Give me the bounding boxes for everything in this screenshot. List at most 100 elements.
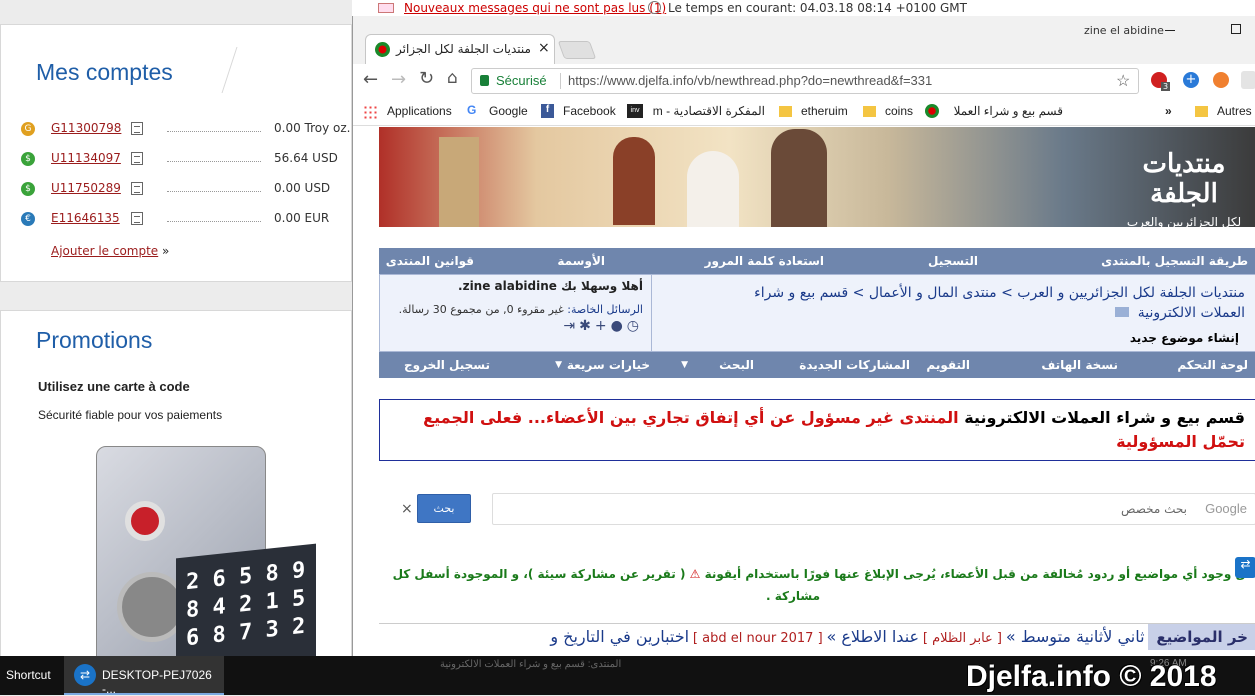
ticker-user[interactable]: [ عابر الظلام ] (923, 631, 1002, 646)
bookmark-facebook[interactable]: Facebook (563, 104, 616, 118)
back-icon[interactable]: ← (363, 69, 378, 90)
nav-medals[interactable]: الأوسمة (557, 254, 605, 268)
unread-link[interactable]: Nouveaux messages qui ne sont pas lus (1… (404, 1, 666, 15)
ticker-topic[interactable]: عندا الاطلاع » (827, 627, 920, 646)
new-tab-button[interactable] (557, 41, 597, 59)
bookmark-coins[interactable]: coins (885, 104, 913, 118)
add-account-suffix: » (162, 244, 170, 258)
safe-dial-icon (125, 501, 165, 541)
add-user-icon[interactable]: + (595, 318, 611, 334)
side-arrow-icon[interactable]: ⇄ (1235, 557, 1255, 578)
settings-icon[interactable]: ✱ (579, 318, 595, 334)
page-content: منتديات الجلفة لكل الجزائريين والعرب طري… (353, 127, 1255, 656)
taskbar-shortcut[interactable]: Shortcut (6, 668, 51, 682)
info-box: منتديات الجلفة لكل الجزائريين و العرب > … (379, 274, 1255, 352)
warning-icon: ⚠ (689, 567, 701, 581)
pm-label[interactable]: الرسائل الخاصة: (567, 303, 643, 316)
folder-icon (863, 106, 876, 117)
chevron-down-icon: ▼ (555, 360, 562, 370)
promotions-title: Promotions (36, 327, 153, 353)
nav-register[interactable]: التسجيل (928, 254, 978, 268)
bookmark-google[interactable]: Google (489, 104, 528, 118)
nav-calendar[interactable]: التقويم (926, 358, 970, 372)
clock-icon (648, 1, 661, 14)
bookmark-section[interactable]: قسم بيع و شراء العملا (945, 104, 1063, 118)
chevron-down-icon: ▼ (681, 360, 688, 370)
promotions-card: Promotions Utilisez une carte à code Séc… (0, 310, 352, 674)
forward-icon[interactable]: → (391, 69, 406, 90)
nav-password[interactable]: استعادة كلمة المرور (705, 254, 824, 268)
logout-icon[interactable]: ⇥ (563, 318, 579, 334)
nav-register-howto[interactable]: طريقة التسجيل بالمنتدى (1101, 254, 1248, 268)
ticker-user[interactable]: [ abd el nour 2017 ] (693, 631, 823, 646)
breadcrumb-path[interactable]: منتديات الجلفة لكل الجزائريين و العرب > … (754, 285, 1245, 301)
code-card: 2 6 5 8 9 8 4 2 1 5 6 8 7 3 2 (176, 543, 316, 674)
site-favicon-icon (375, 42, 390, 57)
nav-control-panel[interactable]: لوحة التحكم (1177, 358, 1248, 372)
account-balance: 56.64 USD (274, 151, 338, 165)
nav-rules[interactable]: قوانين المنتدى (386, 254, 474, 268)
forum-logo: منتديات الجلفة لكل الجزائريين والعرب (1119, 135, 1249, 229)
notice-strip: Nouveaux messages qui ne sont pas lus (1… (352, 0, 1255, 16)
bookmarks-bar: Applications G Google f Facebook inv الم… (353, 98, 1255, 126)
tab-close-icon[interactable]: × (538, 40, 550, 56)
account-number-link[interactable]: U11750289 (51, 181, 121, 195)
ticker-topic[interactable]: ثاني لأثانية متوسط » (1006, 627, 1145, 646)
statement-icon[interactable] (131, 212, 143, 225)
ticker-topic[interactable]: اختبارين في التاريخ و (550, 627, 689, 646)
search-input[interactable]: Google بحث مخصص (492, 493, 1255, 525)
search-clear-icon[interactable]: × (401, 501, 413, 517)
nav-mobile[interactable]: نسخة الهاتف (1041, 358, 1118, 372)
maximize-button[interactable] (1231, 24, 1241, 34)
forum-notice: قسم بيع و شراء العملات الالكترونية المنت… (379, 399, 1255, 461)
bookmarks-more[interactable]: » (1165, 104, 1172, 118)
account-number-link[interactable]: E11646135 (51, 211, 120, 225)
apps-icon[interactable] (363, 105, 377, 119)
new-topic-link[interactable]: إنشاء موضوع جديد (1130, 331, 1239, 345)
orange-extension-icon[interactable] (1213, 72, 1229, 88)
account-row: € E11646135 0.00 EUR (21, 209, 351, 231)
taskbar-app[interactable]: ⇄ DESKTOP-PEJ7026 -... (64, 656, 224, 696)
nav-search[interactable]: البحث (719, 358, 754, 372)
bookmark-apps[interactable]: Applications (387, 104, 452, 118)
latest-label: خر المواضيع (1148, 624, 1255, 650)
bookmark-etheruim[interactable]: etheruim (801, 104, 848, 118)
statement-icon[interactable] (131, 152, 143, 165)
browser-window: zine el abidine منتديات الجلفة لكل الجزا… (352, 16, 1255, 656)
add-account-link[interactable]: Ajouter le compte (51, 244, 158, 258)
home-icon[interactable]: ⌂ (447, 68, 458, 88)
chat-icon[interactable]: ● (611, 318, 627, 334)
secure-label: Sécurisé (496, 73, 547, 88)
nav-logout[interactable]: تسجيل الخروج (404, 358, 490, 372)
bookmark-economic[interactable]: المفكرة الاقتصادية - m (653, 104, 765, 118)
search-placeholder: بحث مخصص (1121, 502, 1187, 516)
history-icon[interactable]: ◷ (627, 318, 643, 334)
active-tab[interactable]: منتديات الجلفة لكل الجزائر × (365, 34, 555, 64)
profile-icon[interactable] (1241, 71, 1255, 89)
accounts-card: Mes comptes G G11300798 0.00 Troy oz. $ U111… (0, 24, 352, 282)
user-tools: ◷●+✱⇥ (388, 318, 643, 334)
search-button[interactable]: بحث (417, 494, 471, 523)
top-nav: طريقة التسجيل بالمنتدى التسجيل استعادة ك… (379, 248, 1255, 274)
tab-bar: zine el abidine منتديات الجلفة لكل الجزا… (353, 16, 1255, 64)
bookmark-other[interactable]: Autres (1217, 104, 1252, 118)
breadcrumb-current: العملات الالكترونية (1137, 305, 1245, 321)
background-page: Mes comptes G G11300798 0.00 Troy oz. $ U111… (0, 0, 352, 695)
nav-quick-options[interactable]: خيارات سريعة (567, 358, 650, 372)
star-icon[interactable]: ☆ (1116, 71, 1130, 91)
dotted-leader (167, 131, 261, 132)
welcome-text: أهلا وسهلا بك zine alabidine. (458, 279, 643, 293)
search-brand: Google (1205, 501, 1247, 516)
nav-new-posts[interactable]: المشاركات الجديدة (799, 358, 910, 372)
minimize-button[interactable] (1165, 30, 1175, 31)
reload-icon[interactable]: ↻ (419, 68, 434, 89)
footer-forum: المنتدى: قسم بيع و شراء العملات الالكترو… (440, 659, 622, 670)
account-balance: 0.00 USD (274, 181, 331, 195)
statement-icon[interactable] (131, 182, 143, 195)
mosque-tower-icon (439, 137, 479, 227)
statement-icon[interactable] (131, 122, 143, 135)
account-number-link[interactable]: G11300798 (51, 121, 121, 135)
omnibox[interactable]: Sécurisé https://www.djelfa.info/vb/newt… (471, 68, 1139, 94)
account-number-link[interactable]: U11134097 (51, 151, 121, 165)
plus-extension-icon[interactable]: + (1183, 72, 1199, 88)
